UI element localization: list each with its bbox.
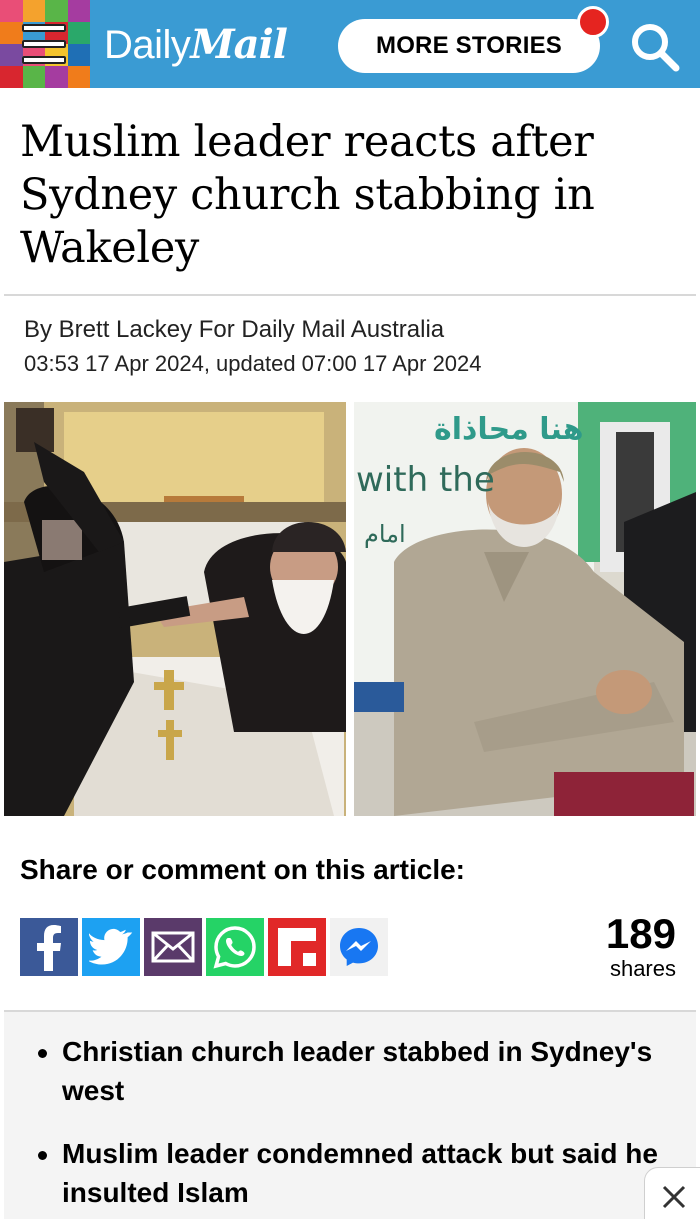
flipboard-share-button[interactable]: [268, 918, 326, 976]
share-buttons: [20, 918, 388, 976]
facebook-share-button[interactable]: [20, 918, 78, 976]
banner-arabic-text: هنا محاذاة: [434, 412, 584, 447]
list-item: Muslim leader condemned attack but said …: [38, 1134, 658, 1212]
email-icon: [151, 931, 195, 963]
close-icon: [662, 1185, 686, 1209]
article-dates: 03:53 17 Apr 2024, updated 07:00 17 Apr …: [24, 351, 482, 376]
twitter-icon: [89, 928, 133, 965]
banner-arabic-text-2: امام: [364, 520, 406, 548]
church-scene-illustration: [4, 402, 346, 816]
facebook-icon: [37, 925, 61, 971]
twitter-share-button[interactable]: [82, 918, 140, 976]
more-stories-button[interactable]: MORE STORIES: [338, 19, 600, 73]
share-count-label: shares: [609, 956, 676, 981]
whatsapp-share-button[interactable]: [206, 918, 264, 976]
share-count: 189 shares: [606, 910, 676, 980]
search-icon[interactable]: [626, 18, 682, 74]
hamburger-icon: [22, 24, 66, 64]
flipboard-icon: [278, 928, 316, 966]
email-share-button[interactable]: [144, 918, 202, 976]
article-summary-bullets: Christian church leader stabbed in Sydne…: [4, 1010, 696, 1219]
messenger-icon: [340, 928, 378, 966]
notification-dot: [577, 6, 609, 38]
messenger-share-button[interactable]: [330, 918, 388, 976]
close-button[interactable]: [644, 1167, 700, 1219]
whatsapp-icon: [213, 926, 256, 969]
daily-mail-logo[interactable]: DailyMail: [104, 21, 288, 68]
share-count-number: 189: [605, 910, 676, 957]
list-item: Christian church leader stabbed in Sydne…: [38, 1032, 658, 1110]
article-byline[interactable]: By Brett Lackey For Daily Mail Australia: [24, 316, 444, 344]
muslim-leader-image[interactable]: هنا محاذاة with the امام: [354, 402, 696, 816]
headline-divider: [4, 294, 696, 296]
top-header: DailyMail MORE STORIES: [0, 0, 700, 88]
share-title: Share or comment on this article:: [20, 854, 465, 885]
menu-button[interactable]: [0, 0, 90, 88]
article-headline: Muslim leader reacts after Sydney church…: [20, 117, 595, 273]
church-stabbing-image[interactable]: [4, 402, 346, 816]
banner-english-text: with the: [356, 460, 495, 500]
